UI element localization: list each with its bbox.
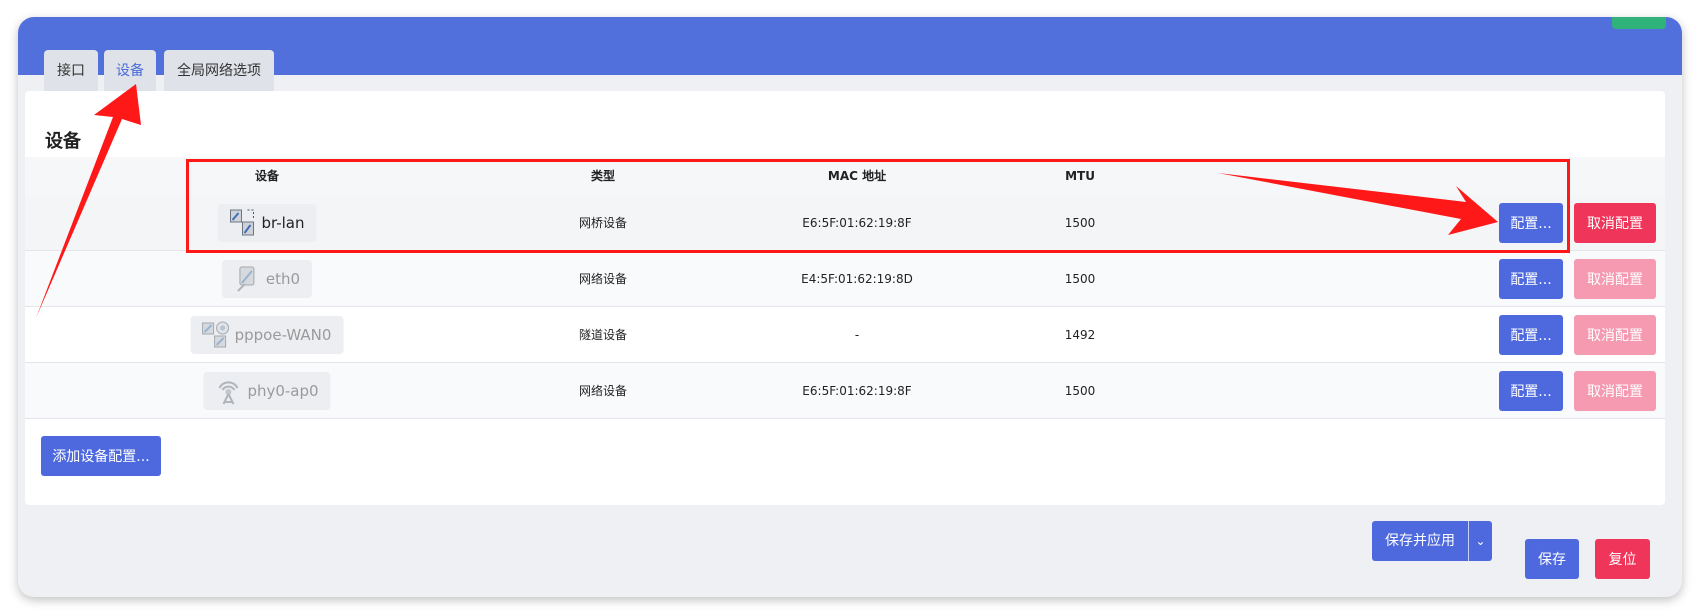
save-button[interactable]: 保存: [1525, 539, 1579, 579]
save-apply-button[interactable]: 保存并应用: [1372, 521, 1468, 561]
device-name: pppoe-WAN0: [234, 326, 332, 344]
device-name: br-lan: [261, 214, 305, 232]
column-header-mac: MAC 地址: [827, 169, 887, 183]
device-name: phy0-ap0: [247, 382, 319, 400]
unconfigure-button-disabled: 取消配置: [1574, 315, 1656, 355]
table-header: 设备 类型 MAC 地址 MTU: [25, 157, 1665, 195]
mtu-value: 1500: [1064, 272, 1096, 286]
mtu-value: 1500: [1064, 384, 1096, 398]
device-badge-br-lan: br-lan: [217, 204, 317, 242]
device-type: 网络设备: [578, 384, 628, 398]
tab-interfaces[interactable]: 接口: [44, 50, 98, 94]
configure-button[interactable]: 配置...: [1499, 315, 1563, 355]
bridge-icon: [229, 209, 254, 236]
app-window: 接口 设备 全局网络选项 设备 设备 类型 MAC 地址 MTU br-lan …: [18, 17, 1682, 597]
mac-address: -: [854, 328, 860, 342]
table-row: br-lan 网桥设备 E6:5F:01:62:19:8F 1500 配置...…: [25, 195, 1665, 251]
section-title: 设备: [45, 131, 81, 152]
tunnel-icon: [202, 321, 230, 348]
configure-button[interactable]: 配置...: [1499, 259, 1563, 299]
device-badge-eth0: eth0: [221, 260, 313, 298]
table-row: phy0-ap0 网络设备 E6:5F:01:62:19:8F 1500 配置.…: [25, 363, 1665, 419]
device-type: 网络设备: [578, 272, 628, 286]
device-badge-phy0-ap0: phy0-ap0: [203, 372, 331, 410]
table-row: pppoe-WAN0 隧道设备 - 1492 配置... 取消配置: [25, 307, 1665, 363]
wireless-icon: [218, 381, 239, 405]
configure-button[interactable]: 配置...: [1499, 371, 1563, 411]
unconfigure-button-disabled: 取消配置: [1574, 371, 1656, 411]
mac-address: E4:5F:01:62:19:8D: [801, 272, 913, 286]
mtu-value: 1492: [1064, 328, 1096, 342]
column-header-type: 类型: [590, 169, 616, 183]
tab-devices[interactable]: 设备: [104, 50, 156, 94]
add-device-config-button[interactable]: 添加设备配置...: [41, 436, 161, 476]
tab-global-network-options[interactable]: 全局网络选项: [164, 50, 274, 94]
device-type: 隧道设备: [578, 328, 628, 342]
mac-address: E6:5F:01:62:19:8F: [802, 216, 912, 230]
devices-panel: 设备 设备 类型 MAC 地址 MTU br-lan 网桥设备 E6:5F:01…: [25, 91, 1665, 505]
mac-address: E6:5F:01:62:19:8F: [802, 384, 912, 398]
device-name: eth0: [265, 270, 301, 288]
chevron-down-icon[interactable]: ⌄: [1469, 521, 1492, 561]
corner-badge[interactable]: [1612, 17, 1666, 29]
device-badge-pppoe-wan0: pppoe-WAN0: [190, 316, 344, 354]
save-apply-split-button: 保存并应用 ⌄: [1372, 521, 1492, 561]
column-header-mtu: MTU: [1065, 169, 1095, 183]
configure-button[interactable]: 配置...: [1499, 203, 1563, 243]
unconfigure-button-disabled: 取消配置: [1574, 259, 1656, 299]
table-row: eth0 网络设备 E4:5F:01:62:19:8D 1500 配置... 取…: [25, 251, 1665, 307]
unconfigure-button[interactable]: 取消配置: [1574, 203, 1656, 243]
ethernet-port-icon: [237, 266, 255, 292]
reset-button[interactable]: 复位: [1595, 539, 1650, 579]
column-header-device: 设备: [254, 169, 280, 183]
mtu-value: 1500: [1064, 216, 1096, 230]
device-type: 网桥设备: [578, 216, 628, 230]
